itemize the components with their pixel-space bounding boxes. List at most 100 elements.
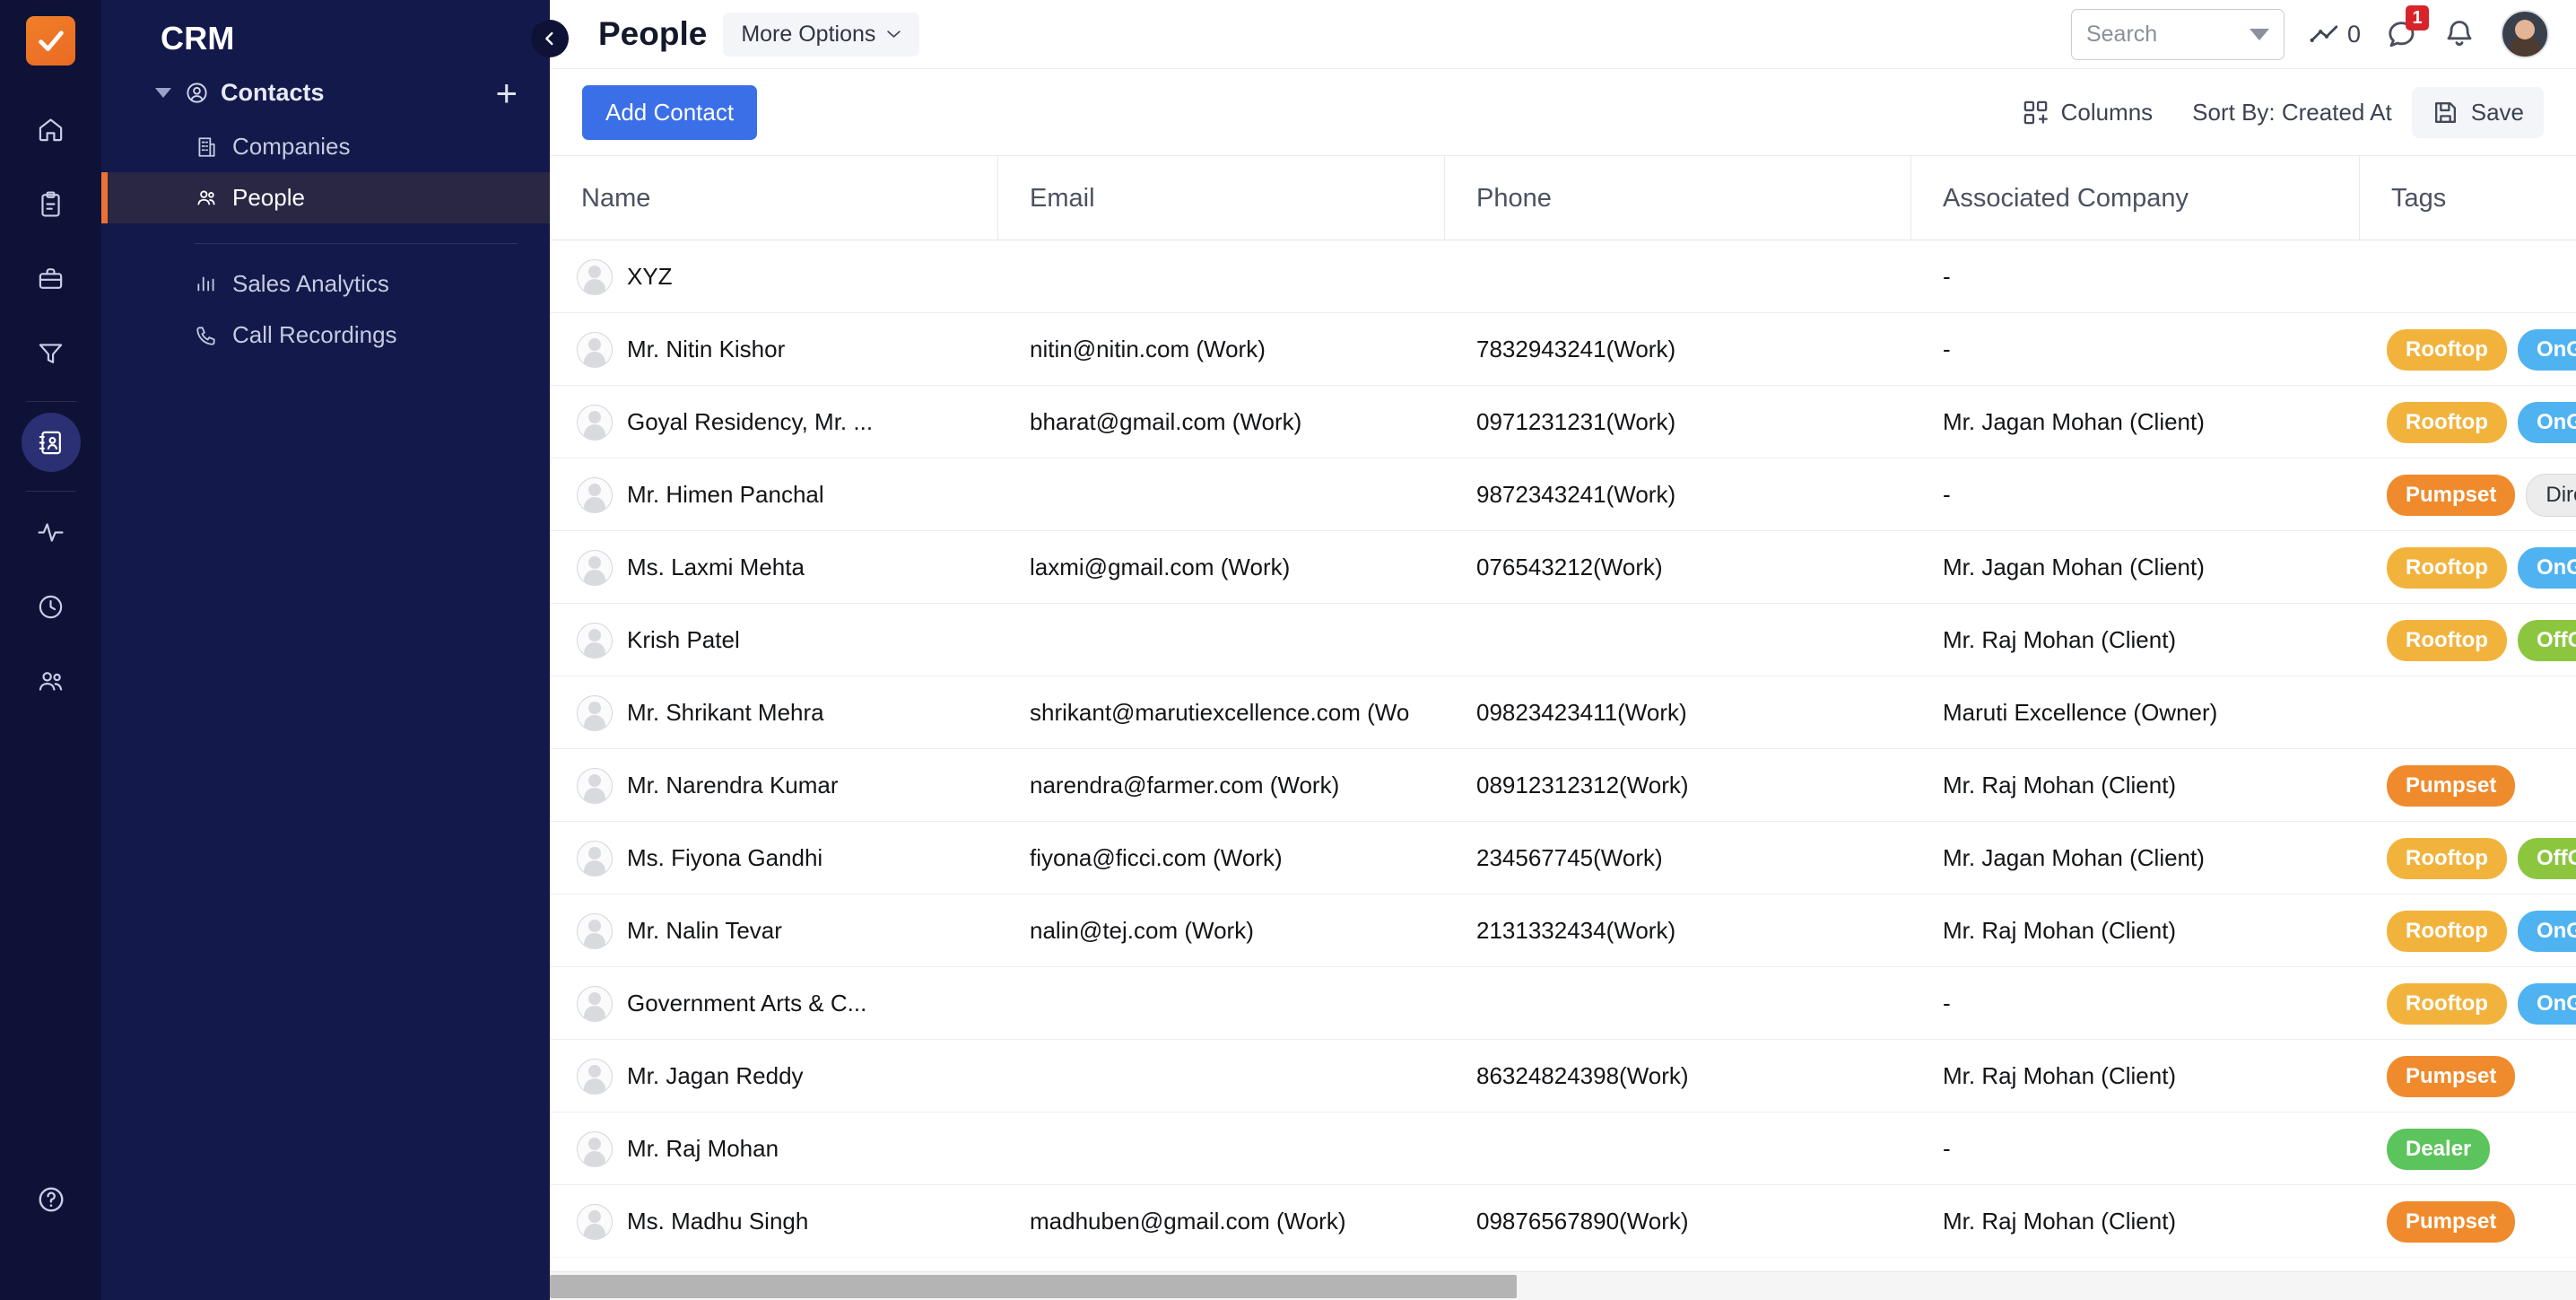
cell-company: -	[1911, 967, 2360, 1040]
notifications-button[interactable]	[2443, 18, 2476, 50]
more-options-button[interactable]: More Options	[723, 13, 919, 57]
column-header-email[interactable]: Email	[998, 156, 1445, 241]
sort-by-button[interactable]: Sort By: Created At	[2172, 87, 2412, 138]
tag-badge[interactable]: Pumpset	[2387, 1056, 2515, 1097]
question-circle-icon[interactable]	[22, 1170, 81, 1229]
cell-name[interactable]: Ms. Laxmi Mehta	[550, 531, 998, 604]
brand-logo-icon[interactable]	[26, 16, 75, 65]
cell-phone: 2131332434(Work)	[1445, 894, 1911, 967]
table-row[interactable]: Mr. Himen Panchal9872343241(Work)-Pumpse…	[550, 458, 2576, 531]
icon-rail	[0, 0, 101, 1300]
tag-badge[interactable]: OnGrid	[2518, 402, 2576, 443]
tag-badge[interactable]: Pumpset	[2387, 765, 2515, 807]
tag-badge[interactable]: OnGrid	[2518, 911, 2576, 952]
contact-book-icon[interactable]	[22, 413, 81, 472]
tag-badge[interactable]: Dealer	[2387, 1129, 2490, 1170]
crm-app: CRM Contacts + Companies People Sales An…	[0, 0, 2576, 1300]
tag-badge[interactable]: OnGrid	[2518, 547, 2576, 589]
cell-email	[998, 458, 1445, 531]
chevron-down-icon[interactable]	[155, 88, 171, 98]
add-contact-button[interactable]: Add Contact	[582, 85, 757, 140]
sidebar-item-sales-analytics[interactable]: Sales Analytics	[101, 258, 550, 310]
table-row[interactable]: Mr. Raj Mohan-Dealer	[550, 1112, 2576, 1185]
save-label: Save	[2471, 99, 2524, 127]
cell-tags	[2360, 676, 2576, 749]
tag-badge[interactable]: Pumpset	[2387, 475, 2515, 516]
briefcase-icon[interactable]	[22, 249, 81, 308]
table-row[interactable]: Ms. Laxmi Mehtalaxmi@gmail.com (Work)076…	[550, 531, 2576, 604]
table-row[interactable]: Mr. Jagan Reddy86324824398(Work)Mr. Raj …	[550, 1040, 2576, 1112]
cell-name[interactable]: XYZ	[550, 240, 998, 313]
clipboard-icon[interactable]	[22, 174, 81, 233]
cell-name[interactable]: Mr. Shrikant Mehra	[550, 676, 998, 749]
tag-badge[interactable]: Rooftop	[2387, 547, 2507, 589]
table-row[interactable]: Mr. Nalin Tevarnalin@tej.com (Work)21313…	[550, 894, 2576, 967]
tag-badge[interactable]: OnGrid	[2518, 983, 2576, 1025]
tag-badge[interactable]: Rooftop	[2387, 329, 2507, 371]
cell-name[interactable]: Mr. Nitin Kishor	[550, 313, 998, 386]
tag-badge[interactable]: Pumpset	[2387, 1201, 2515, 1243]
cell-name[interactable]: Mr. Jagan Reddy	[550, 1040, 998, 1112]
save-button[interactable]: Save	[2412, 87, 2544, 138]
table-row[interactable]: XYZ-	[550, 240, 2576, 313]
avatar	[577, 986, 613, 1022]
table-row[interactable]: Mr. Shrikant Mehrashrikant@marutiexcelle…	[550, 676, 2576, 749]
people-icon[interactable]	[22, 651, 81, 711]
cell-name[interactable]: Mr. Nalin Tevar	[550, 894, 998, 967]
cell-name[interactable]: Krish Patel	[550, 604, 998, 676]
cell-email: nalin@tej.com (Work)	[998, 894, 1445, 967]
search-input[interactable]	[2086, 22, 2241, 48]
table-row[interactable]: Goyal Residency, Mr. ...bharat@gmail.com…	[550, 386, 2576, 458]
tag-badge[interactable]: Rooftop	[2387, 402, 2507, 443]
cell-phone	[1445, 1112, 1911, 1185]
sidebar-item-people[interactable]: People	[101, 172, 550, 223]
activity-icon[interactable]	[22, 502, 81, 562]
chat-button[interactable]: 1	[2386, 18, 2418, 50]
scrollbar-thumb[interactable]	[550, 1275, 1517, 1298]
cell-name[interactable]: Ms. Fiyona Gandhi	[550, 822, 998, 894]
tag-badge[interactable]: Rooftop	[2387, 983, 2507, 1025]
home-icon[interactable]	[22, 100, 81, 159]
column-header-tags[interactable]: Tags	[2360, 156, 2576, 241]
trend-indicator[interactable]: 0	[2310, 21, 2361, 48]
sidebar-item-companies[interactable]: Companies	[101, 121, 550, 172]
table-row[interactable]: Mr. Narendra Kumarnarendra@farmer.com (W…	[550, 749, 2576, 822]
tag-badge[interactable]: Rooftop	[2387, 838, 2507, 879]
avatar[interactable]	[2501, 10, 2549, 58]
add-contact-plus-icon[interactable]: +	[495, 74, 518, 112]
cell-name[interactable]: Mr. Himen Panchal	[550, 458, 998, 531]
tag-badge[interactable]: OffGrid	[2518, 620, 2576, 661]
clock-icon[interactable]	[22, 577, 81, 636]
tag-badge[interactable]: OnGrid	[2518, 329, 2576, 371]
cell-name[interactable]: Mr. Narendra Kumar	[550, 749, 998, 822]
cell-name[interactable]: Mr. Raj Mohan	[550, 1112, 998, 1185]
sort-by-label: Sort By: Created At	[2192, 99, 2392, 127]
table-row[interactable]: Mr. Nitin Kishornitin@nitin.com (Work)78…	[550, 313, 2576, 386]
table-row[interactable]: Ms. Fiyona Gandhifiyona@ficci.com (Work)…	[550, 822, 2576, 894]
sidebar-item-call-recordings[interactable]: Call Recordings	[101, 310, 550, 361]
tag-badge[interactable]: Rooftop	[2387, 620, 2507, 661]
column-header-name[interactable]: Name	[550, 156, 998, 241]
tag-badge[interactable]: Rooftop	[2387, 911, 2507, 952]
columns-button[interactable]: Columns	[2002, 87, 2173, 138]
search-box[interactable]	[2071, 9, 2284, 60]
chevron-down-icon[interactable]	[2250, 29, 2269, 40]
column-header-associated-company[interactable]: Associated Company	[1911, 156, 2360, 241]
cell-name[interactable]: Government Arts & C...	[550, 967, 998, 1040]
cell-name[interactable]: Goyal Residency, Mr. ...	[550, 386, 998, 458]
funnel-icon[interactable]	[22, 323, 81, 382]
table-row[interactable]: Government Arts & C... -Rooftop OnGrid	[550, 967, 2576, 1040]
table-row[interactable]: Krish PatelMr. Raj Mohan (Client)Rooftop…	[550, 604, 2576, 676]
column-header-phone[interactable]: Phone	[1445, 156, 1911, 241]
cell-email: narendra@farmer.com (Work)	[998, 749, 1445, 822]
tag-badge[interactable]: OffGrid	[2518, 838, 2576, 879]
horizontal-scrollbar[interactable]	[550, 1271, 2576, 1300]
chevron-left-circle-icon[interactable]	[531, 20, 569, 57]
cell-tags: Rooftop OnGrid	[2360, 967, 2576, 1040]
contact-name: Government Arts & C...	[627, 990, 866, 1017]
sidebar-item-label: Companies	[232, 133, 351, 161]
table-row[interactable]: Ms. Madhu Singhmadhuben@gmail.com (Work)…	[550, 1185, 2576, 1258]
cell-name[interactable]: Ms. Madhu Singh	[550, 1185, 998, 1258]
sidebar-group-contacts[interactable]: Contacts +	[101, 65, 550, 121]
tag-badge[interactable]: Direct	[2526, 474, 2576, 517]
